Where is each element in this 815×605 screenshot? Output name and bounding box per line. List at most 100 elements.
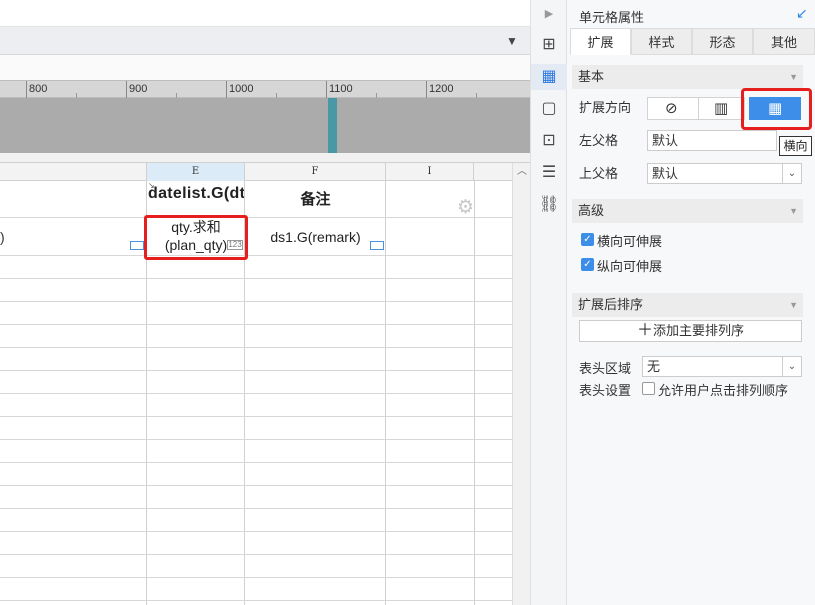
tab-expand[interactable]: 扩展 <box>570 28 631 55</box>
gear-icon[interactable]: ⚙ <box>457 198 477 218</box>
grid-line <box>0 531 512 532</box>
scroll-up-icon[interactable]: ︿ <box>513 165 530 179</box>
side-icon-strip: ▶ ⊞ ▦ ▢ ⊡ ☰ ⛓ <box>530 0 567 605</box>
designer-area: ▼ 800 900 1000 1100 1200 E F I datelist.… <box>0 0 530 605</box>
grid-line <box>0 416 512 417</box>
expand-direction-label: 扩展方向 <box>579 100 632 115</box>
column-header-e[interactable]: E <box>147 163 245 181</box>
grid-line <box>0 301 512 302</box>
tab-other[interactable]: 其他 <box>753 28 815 55</box>
separator <box>0 153 530 163</box>
section-title: 扩展后排序 <box>578 297 644 312</box>
pin-icon[interactable]: ↙ <box>796 5 808 22</box>
option-highlight-box <box>741 88 812 130</box>
ruler-mark: 900 <box>126 81 147 98</box>
cell-d2[interactable]: ) <box>0 221 10 253</box>
cell-properties-panel: 单元格属性 ↙ 扩展 样式 形态 其他 基本 ▼ 扩展方向 ⊘ ▥ ▦ 横向 左… <box>567 0 815 605</box>
grid-line <box>0 278 512 279</box>
ruler-mark: 1100 <box>326 81 353 98</box>
collapse-icon: ▼ <box>789 72 798 82</box>
collapse-icon: ▼ <box>789 300 798 310</box>
allow-sort-checkbox[interactable] <box>642 382 655 395</box>
cell-grid: E F I datelist.G(dt) ↘ 备注 ⚙ ) qty.求和(pla… <box>0 163 512 605</box>
header-area-label: 表头区域 <box>579 361 632 376</box>
vertical-extensible-label: 纵向可伸展 <box>597 259 663 274</box>
left-parent-label: 左父格 <box>579 133 619 148</box>
horizontal-extensible-checkbox[interactable]: ✓ <box>581 233 594 246</box>
ruler-mark: 1000 <box>226 81 253 98</box>
ruler-mark: 800 <box>26 81 47 98</box>
ruler-mark: 1200 <box>426 81 453 98</box>
section-advanced[interactable]: 高级 ▼ <box>572 199 803 223</box>
grid-line <box>0 485 512 486</box>
expand-arrow-icon: ↘ <box>148 181 155 190</box>
cell-e1[interactable]: datelist.G(dt) <box>148 181 244 218</box>
filter-icon[interactable]: ▼ <box>506 34 520 48</box>
condition-icon[interactable]: ☰ <box>539 163 559 183</box>
expand-vertical-option[interactable]: ▥ <box>698 97 745 120</box>
chevron-down-icon[interactable]: ⌄ <box>782 357 801 376</box>
grid-line <box>0 393 512 394</box>
blank-band <box>0 55 530 80</box>
collapse-arrow-icon[interactable]: ▶ <box>539 4 559 24</box>
canvas-position-marker[interactable] <box>328 98 337 153</box>
grid-line <box>0 508 512 509</box>
cell-highlight-box <box>144 215 248 260</box>
header-area-value: 无 <box>647 359 661 374</box>
top-parent-value: 默认 <box>652 166 679 181</box>
tab-style[interactable]: 样式 <box>631 28 692 55</box>
grid-line <box>0 577 512 578</box>
top-parent-select[interactable]: 默认 ⌄ <box>647 163 802 184</box>
section-title: 基本 <box>578 69 605 84</box>
add-sort-label: 添加主要排列序 <box>653 323 745 338</box>
panel-tabs: 扩展 样式 形态 其他 <box>570 28 815 55</box>
section-basic[interactable]: 基本 ▼ <box>572 65 803 89</box>
grid-line <box>0 324 512 325</box>
cell-f2[interactable]: ds1.G(remark) <box>246 219 385 255</box>
expand-none-option[interactable]: ⊘ <box>647 97 699 120</box>
vertical-scrollbar[interactable]: ︿ <box>512 163 530 605</box>
grid-line <box>0 255 512 256</box>
cell-f1[interactable]: 备注 <box>246 181 385 218</box>
column-header-row: E F I <box>0 163 512 181</box>
plus-icon: ＋ <box>636 322 653 339</box>
border-icon[interactable]: ▢ <box>539 99 559 119</box>
designer-toolbar: ▼ <box>0 27 530 55</box>
vertical-extensible-checkbox[interactable]: ✓ <box>581 258 594 271</box>
cell-corner-marker <box>130 241 144 250</box>
cell-layout-icon[interactable]: ⊞ <box>539 35 559 55</box>
column-header-d[interactable] <box>0 163 147 181</box>
horizontal-extensible-label: 横向可伸展 <box>597 234 663 249</box>
add-sort-button[interactable]: ＋添加主要排列序 <box>579 320 802 342</box>
header-settings-label: 表头设置 <box>579 383 632 398</box>
cell-corner-marker <box>370 241 384 250</box>
grid-line <box>0 554 512 555</box>
panel-title: 单元格属性 <box>579 10 645 25</box>
hyperlink-icon[interactable]: ⛓ <box>539 195 559 215</box>
tab-form[interactable]: 形态 <box>692 28 753 55</box>
allow-sort-label: 允许用户点击排列顺序 <box>658 383 789 398</box>
no-expand-icon: ⊘ <box>665 100 678 117</box>
top-parent-label: 上父格 <box>579 166 619 181</box>
header-area-select[interactable]: 无 ⌄ <box>642 356 802 377</box>
vertical-expand-icon: ▥ <box>714 100 729 117</box>
section-title: 高级 <box>578 203 605 218</box>
collapse-icon: ▼ <box>789 206 798 216</box>
section-sort[interactable]: 扩展后排序 ▼ <box>572 293 803 317</box>
grid-line <box>0 439 512 440</box>
tooltip: 横向 <box>779 136 812 156</box>
column-header-f[interactable]: F <box>245 163 386 181</box>
column-header-i[interactable]: I <box>386 163 474 181</box>
grid-line <box>0 462 512 463</box>
widget-icon[interactable]: ⊡ <box>539 131 559 151</box>
top-bar <box>0 0 530 27</box>
grid-line <box>0 600 512 601</box>
left-parent-value: 默认 <box>652 133 679 148</box>
horizontal-ruler: 800 900 1000 1100 1200 <box>0 80 530 98</box>
grid-line <box>0 347 512 348</box>
left-parent-select[interactable]: 默认 <box>647 130 777 151</box>
cell-properties-icon[interactable]: ▦ <box>539 67 559 87</box>
chevron-down-icon[interactable]: ⌄ <box>782 164 801 183</box>
report-canvas-preview <box>0 98 530 153</box>
grid-line <box>0 370 512 371</box>
